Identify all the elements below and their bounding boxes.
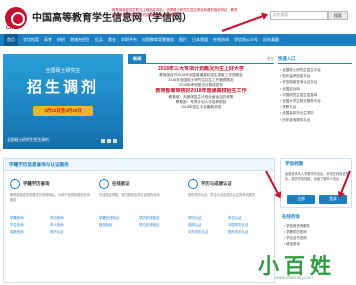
- service-link[interactable]: 学历查询: [50, 215, 90, 222]
- search-button[interactable]: 搜索: [328, 11, 348, 20]
- service-link[interactable]: 学位在线验证: [139, 222, 179, 229]
- nav-item-japan[interactable]: 日本频道: [192, 34, 208, 46]
- nav-item-archive[interactable]: 学信档案: [23, 34, 39, 46]
- banner-caption: 全国硕士研究生招生调剂: [7, 138, 49, 142]
- service-link[interactable]: 学位认证: [228, 215, 268, 222]
- service-link[interactable]: 学历认证: [50, 229, 90, 236]
- service-links: 学籍查询 学历查询 学位查询 本人查询 零散查询 学历认证: [10, 215, 92, 236]
- service-link[interactable]: 学历在线验证: [139, 215, 179, 222]
- service-link[interactable]: 学历认证: [188, 215, 228, 222]
- nav-item-abroad[interactable]: 出国教育背景服务: [142, 34, 174, 46]
- consult-item[interactable]: 研招咨询: [284, 241, 354, 247]
- service-link[interactable]: 国外学历认证: [228, 229, 268, 236]
- nav-item-exams[interactable]: 历年真题: [263, 34, 279, 46]
- banner-subtitle: 全国硕士研究生: [45, 68, 81, 74]
- nav-item-hmt[interactable]: 港澳台招生: [70, 34, 90, 46]
- news-item[interactable]: 2018年招生平台最新消息: [128, 105, 274, 110]
- certificate-icon: [188, 179, 198, 189]
- service-verify: 在线验证 在线验证学籍、学历报告及学位证明的真伪 学籍在线验证 学历在线验证 报…: [96, 175, 182, 279]
- service-name[interactable]: 学历与成绩认证: [201, 181, 232, 187]
- nav-item-wechat[interactable]: 学信网公众号: [234, 34, 258, 46]
- main-navbar: 首页 学信档案 高考 研招 港澳台招生 征兵 就业 学职平台 出国教育背景服务 …: [0, 34, 356, 46]
- site-notice: 教育部高校招生阳光工程指定网站，全国硕士研究生招生报名和调剂指定网站，教育部学历…: [112, 8, 238, 17]
- consult-title: 在线咨询: [282, 214, 300, 219]
- nav-item-yanzhao[interactable]: 研招: [57, 34, 65, 46]
- service-name[interactable]: 在线验证: [112, 181, 130, 187]
- service-desc: 教育部指定的学籍学历查询网站，为用户提供权威的查询服务: [10, 193, 90, 202]
- search-icon: [10, 179, 20, 189]
- nav-item-xuezhi[interactable]: 学职平台: [121, 34, 137, 46]
- news-list: 2018年三大专项计划概况为生上好大学 教育部召开2018年全国普通高校招生录取…: [128, 66, 274, 110]
- news-headline[interactable]: 2018年三大专项计划概况为生上好大学: [128, 66, 274, 73]
- news-header: 新闻 更多: [128, 54, 274, 64]
- banner-dot[interactable]: [101, 139, 105, 143]
- nav-item-home[interactable]: 首页: [4, 34, 18, 46]
- news-tab[interactable]: 新闻: [128, 54, 147, 64]
- nav-item-jiuye[interactable]: 就业: [108, 34, 116, 46]
- service-link[interactable]: 成绩认证: [188, 222, 228, 229]
- service-name[interactable]: 学籍学历查询: [23, 181, 49, 187]
- logo-text: CHSI: [6, 25, 18, 31]
- register-button[interactable]: 注册: [287, 195, 315, 204]
- service-links: 学籍在线验证 学历在线验证 报告验证 学位在线验证: [99, 215, 181, 229]
- quick-entry-list: 全国硕士研究生招生平台 阳光高考信息平台 学信档案查询认证平台 全国征兵网 中国…: [280, 67, 352, 123]
- nav-item-zhengbing[interactable]: 征兵: [95, 34, 103, 46]
- services-title: 学籍学历信息查询与认证服务: [9, 162, 69, 167]
- service-link[interactable]: 学籍查询: [10, 215, 50, 222]
- service-link[interactable]: 中外学历认证: [188, 229, 228, 236]
- banner-dot[interactable]: [107, 139, 111, 143]
- service-link[interactable]: 本人查询: [50, 222, 90, 229]
- service-desc: 在线验证学籍、学历报告及学位证明的真伪: [99, 193, 160, 197]
- news-headline[interactable]: 教育部简审核好2018年普通高校招生工作: [128, 88, 274, 95]
- service-desc: 提供学历认证、学位认证及成绩认证的申请服务: [188, 193, 255, 197]
- consult-list: 学信网咨询服务 学籍学历咨询 学位证书咨询 研招咨询: [284, 223, 354, 247]
- news-more-link[interactable]: 更多: [267, 57, 274, 62]
- banner-dot[interactable]: [113, 139, 117, 143]
- xuexin-archive-panel: 学信档案 免费查询本人学籍学历信息，申请在线验证报告，提供学信档案，全面了解本人…: [280, 158, 352, 208]
- services-panel: 学籍学历信息查询与认证服务 学籍学历查询 教育部指定的学籍学历查询网站，为用户提…: [3, 158, 275, 283]
- nav-item-consult[interactable]: 在线咨询: [213, 34, 229, 46]
- nav-item-gaokao[interactable]: 高考: [44, 34, 52, 46]
- search-input[interactable]: 站内搜索: [270, 11, 328, 20]
- banner-date: 3月23日至4月30日: [33, 106, 93, 116]
- service-links: 学历认证 学位认证 成绩认证 中国学历认证 中外学历认证 国外学历认证: [188, 215, 270, 236]
- service-link[interactable]: 学位查询: [10, 222, 50, 229]
- banner-pagination: [99, 139, 117, 143]
- watermark-url: www.xbaixing.com: [275, 275, 313, 280]
- quick-entry-header: 快速入口: [278, 54, 352, 64]
- banner-main-text: 招生调剂: [26, 79, 99, 96]
- archive-description: 免费查询本人学籍学历信息，申请在线验证报告，提供学信档案，全面了解本人信息: [285, 172, 349, 181]
- services-header: 学籍学历信息查询与认证服务: [4, 159, 274, 171]
- nav-item-pictures[interactable]: 图片: [179, 34, 187, 46]
- quick-entry-item[interactable]: 历年查询服务平台: [280, 117, 352, 123]
- verify-icon: [99, 179, 109, 189]
- service-link[interactable]: 零散查询: [10, 229, 50, 236]
- archive-title: 学信档案: [285, 161, 304, 166]
- recruitment-banner[interactable]: 全国硕士研究生 招生调剂 3月23日至4月30日 全国硕士研究生招生调剂: [3, 54, 123, 149]
- service-link[interactable]: 中国学历认证: [228, 222, 268, 229]
- quick-entry-title: 快速入口: [278, 56, 296, 61]
- site-header: CHSI 中国高等教育学生信息网（学信网） 教育部高校招生阳光工程指定网站，全国…: [0, 0, 356, 34]
- service-query: 学籍学历查询 教育部指定的学籍学历查询网站，为用户提供权威的查询服务 学籍查询 …: [7, 175, 93, 279]
- service-link[interactable]: 学籍在线验证: [99, 215, 139, 222]
- service-link[interactable]: 报告验证: [99, 222, 139, 229]
